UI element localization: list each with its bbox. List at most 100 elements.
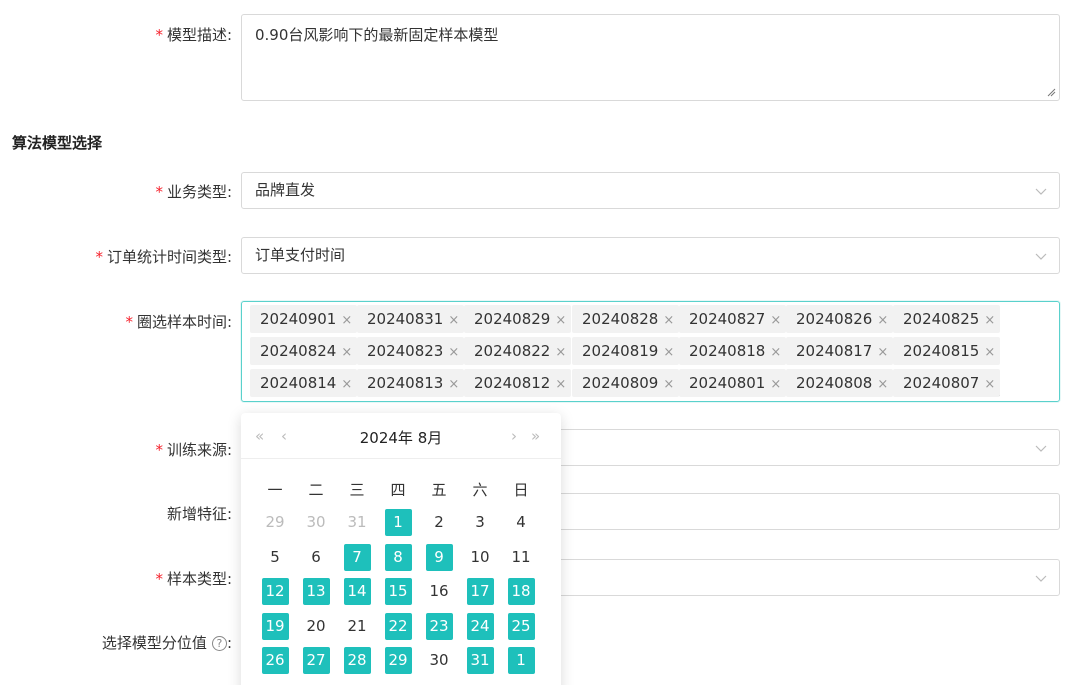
calendar-day[interactable]: 6 <box>303 544 330 571</box>
close-icon[interactable]: × <box>770 377 781 392</box>
next-year-icon[interactable]: » <box>531 427 540 445</box>
calendar-day[interactable]: 14 <box>343 578 371 605</box>
date-tag[interactable]: 20240831 × <box>357 305 465 333</box>
date-tag-label: 20240824 <box>260 342 337 360</box>
order-time-value: 订单支付时间 <box>255 246 346 264</box>
quantile-label: 选择模型分位值?: <box>101 634 232 652</box>
close-icon[interactable]: × <box>448 345 459 360</box>
date-tag-label: 20240829 <box>474 310 551 328</box>
weekday-header: 六 <box>472 481 488 499</box>
calendar-day[interactable]: 21 <box>344 613 371 640</box>
calendar-day[interactable]: 30 <box>426 647 453 674</box>
calendar-day[interactable]: 12 <box>261 578 289 605</box>
date-tag[interactable]: 20240808 × <box>786 369 894 397</box>
close-icon[interactable]: × <box>770 313 781 328</box>
biz-type-value: 品牌直发 <box>255 181 316 199</box>
sample-type-label: * 样本类型: <box>155 570 232 588</box>
date-tag[interactable]: 20240825 × <box>893 305 1001 333</box>
close-icon[interactable]: × <box>448 377 459 392</box>
date-tag[interactable]: 20240807 × <box>893 369 1001 397</box>
calendar-day[interactable]: 13 <box>302 578 330 605</box>
calendar-day[interactable]: 23 <box>425 613 453 640</box>
date-tag[interactable]: 20240818 × <box>679 337 787 365</box>
close-icon[interactable]: × <box>341 377 352 392</box>
close-icon[interactable]: × <box>663 313 674 328</box>
biz-type-select[interactable]: 品牌直发 <box>241 172 1060 209</box>
calendar-day[interactable]: 25 <box>507 613 535 640</box>
close-icon[interactable]: × <box>984 345 995 360</box>
date-tag-label: 20240807 <box>903 374 980 392</box>
calendar-day[interactable]: 3 <box>467 509 494 536</box>
close-icon[interactable]: × <box>448 313 459 328</box>
biz-type-label: * 业务类型: <box>155 183 232 201</box>
calendar-day[interactable]: 19 <box>261 613 289 640</box>
date-tag[interactable]: 20240801 × <box>679 369 787 397</box>
calendar-day[interactable]: 9 <box>425 544 453 571</box>
date-tag[interactable]: 20240901 × <box>250 305 358 333</box>
date-tag[interactable]: 20240815 × <box>893 337 1001 365</box>
date-tag[interactable]: 20240822 × <box>464 337 572 365</box>
close-icon[interactable]: × <box>555 313 566 328</box>
calendar-day[interactable]: 4 <box>508 509 535 536</box>
calendar-day[interactable]: 24 <box>466 613 494 640</box>
calendar-day[interactable]: 27 <box>302 647 330 674</box>
close-icon[interactable]: × <box>341 345 352 360</box>
close-icon[interactable]: × <box>877 377 888 392</box>
weekday-header: 日 <box>513 481 529 499</box>
resize-grip-icon[interactable] <box>1046 87 1056 97</box>
close-icon[interactable]: × <box>341 313 352 328</box>
calendar-day[interactable]: 10 <box>467 544 494 571</box>
calendar-day[interactable]: 31 <box>344 509 371 536</box>
calendar-day[interactable]: 11 <box>508 544 535 571</box>
calendar-day[interactable]: 20 <box>303 613 330 640</box>
close-icon[interactable]: × <box>770 345 781 360</box>
order-time-select[interactable]: 订单支付时间 <box>241 237 1060 274</box>
calendar-day[interactable]: 22 <box>384 613 412 640</box>
date-tag[interactable]: 20240809 × <box>572 369 680 397</box>
calendar-day[interactable]: 1 <box>384 509 412 536</box>
date-tag-label: 20240817 <box>796 342 873 360</box>
close-icon[interactable]: × <box>663 377 674 392</box>
calendar-day[interactable]: 8 <box>384 544 412 571</box>
description-textarea[interactable]: 0.90台风影响下的最新固定样本模型 <box>241 14 1060 101</box>
date-tag[interactable]: 20240819 × <box>572 337 680 365</box>
calendar-day[interactable]: 18 <box>507 578 535 605</box>
calendar-day[interactable]: 26 <box>261 647 289 674</box>
next-month-icon[interactable]: › <box>511 427 517 445</box>
close-icon[interactable]: × <box>984 377 995 392</box>
date-tag[interactable]: 20240813 × <box>357 369 465 397</box>
calendar-day[interactable]: 1 <box>507 647 535 674</box>
date-tag[interactable]: 20240824 × <box>250 337 358 365</box>
close-icon[interactable]: × <box>663 345 674 360</box>
close-icon[interactable]: × <box>555 345 566 360</box>
sample-date-tags-input[interactable]: 20240901 × 20240831 × 20240829 × 20240828 × 2024… <box>241 301 1060 402</box>
date-tag-label: 20240813 <box>367 374 444 392</box>
close-icon[interactable]: × <box>555 377 566 392</box>
new-feature-label: 新增特征: <box>166 505 232 523</box>
close-icon[interactable]: × <box>877 345 888 360</box>
date-tag[interactable]: 20240814 × <box>250 369 358 397</box>
date-tag[interactable]: 20240817 × <box>786 337 894 365</box>
date-tag[interactable]: 20240826 × <box>786 305 894 333</box>
date-tag[interactable]: 20240823 × <box>357 337 465 365</box>
date-tag-label: 20240826 <box>796 310 873 328</box>
calendar-day[interactable]: 28 <box>343 647 371 674</box>
close-icon[interactable]: × <box>984 313 995 328</box>
date-tag[interactable]: 20240829 × <box>464 305 572 333</box>
calendar-day[interactable]: 29 <box>262 509 289 536</box>
date-tag[interactable]: 20240812 × <box>464 369 572 397</box>
date-tag-label: 20240814 <box>260 374 337 392</box>
close-icon[interactable]: × <box>877 313 888 328</box>
calendar-day[interactable]: 2 <box>426 509 453 536</box>
date-tag[interactable]: 20240828 × <box>572 305 680 333</box>
calendar-day[interactable]: 15 <box>384 578 412 605</box>
calendar-day[interactable]: 29 <box>384 647 412 674</box>
calendar-day[interactable]: 7 <box>343 544 371 571</box>
calendar-day[interactable]: 31 <box>466 647 494 674</box>
calendar-day[interactable]: 30 <box>303 509 330 536</box>
calendar-day[interactable]: 17 <box>466 578 494 605</box>
question-circle-icon[interactable]: ? <box>211 636 227 651</box>
calendar-day[interactable]: 16 <box>426 578 453 605</box>
date-tag[interactable]: 20240827 × <box>679 305 787 333</box>
calendar-day[interactable]: 5 <box>262 544 289 571</box>
